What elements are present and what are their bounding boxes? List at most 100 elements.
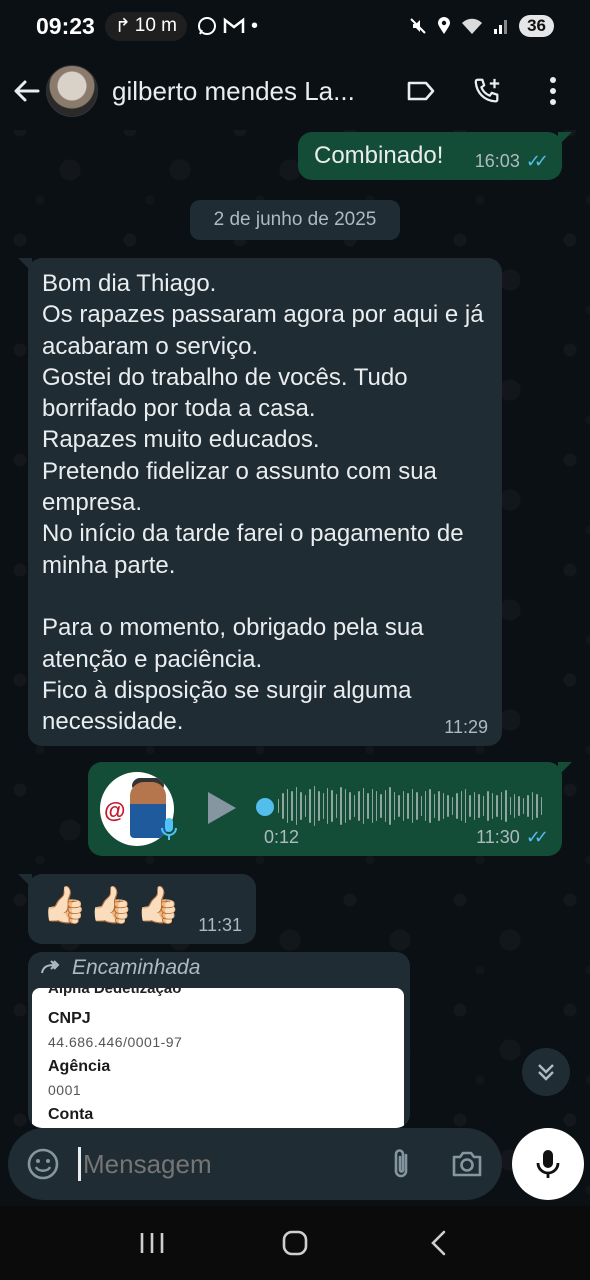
- playback-position-handle[interactable]: [256, 798, 274, 816]
- doc-cnpj-label: CNPJ: [48, 1010, 91, 1027]
- waveform-bar: [371, 789, 373, 823]
- mute-icon: [410, 18, 426, 34]
- add-call-icon: [474, 78, 500, 103]
- system-navigation-bar: [0, 1206, 590, 1280]
- doc-conta-label: Conta: [48, 1106, 94, 1123]
- message-incoming[interactable]: Bom dia Thiago. Os rapazes passaram agor…: [18, 258, 502, 746]
- waveform-bar: [442, 793, 445, 819]
- waveform-bar: [326, 788, 329, 824]
- status-pill-text: 10 m: [134, 15, 177, 36]
- read-ticks-icon: ✓✓: [525, 151, 549, 171]
- waveform-bar: [416, 792, 418, 820]
- location-icon: [438, 17, 451, 34]
- waveform-bar: [353, 795, 356, 817]
- home-button[interactable]: [275, 1223, 315, 1263]
- double-chevron-down-icon: [538, 1064, 554, 1081]
- status-time: 09:23: [36, 12, 95, 39]
- waveform-bar: [500, 792, 503, 820]
- waveform-bar: [367, 793, 369, 819]
- waveform-bar: [482, 796, 485, 816]
- waveform-bar: [331, 790, 333, 822]
- waveform-bar: [402, 791, 405, 821]
- voice-record-button[interactable]: [512, 1128, 584, 1200]
- notification-icons: •: [197, 15, 258, 38]
- recent-apps-icon: [140, 1233, 163, 1253]
- waveform-bar: [389, 787, 391, 825]
- waveform-bar: [473, 792, 476, 820]
- message-incoming[interactable]: 👍🏻👍🏻👍🏻 11:31: [18, 874, 256, 944]
- contact-avatar[interactable]: [46, 65, 98, 117]
- waveform-bar: [411, 789, 414, 823]
- mic-badge-icon: [161, 818, 177, 840]
- camera-icon[interactable]: [450, 1147, 484, 1181]
- date-separator: 2 de junho de 2025: [190, 200, 400, 240]
- waveform-bar: [398, 795, 400, 817]
- label-icon: [407, 81, 435, 101]
- waveform-bar: [505, 790, 507, 822]
- forwarded-image[interactable]: Alpha Dedetização CNPJ 44.686.446/0001-9…: [32, 988, 404, 1128]
- menu-button[interactable]: [538, 76, 568, 106]
- message-meta: 11:31: [198, 915, 242, 936]
- battery-indicator: 36: [519, 15, 554, 37]
- waveform-bar: [518, 796, 520, 816]
- waveform-bar: [393, 792, 396, 820]
- message-outgoing[interactable]: Combinado! 16:03 ✓✓: [298, 132, 572, 180]
- attach-icon[interactable]: [386, 1147, 416, 1181]
- waveform-bar: [380, 794, 382, 818]
- waveform-bar: [433, 794, 436, 818]
- doc-cnpj-value: 44.686.446/0001-97: [48, 1034, 183, 1050]
- header-actions: [406, 76, 578, 106]
- waveform-bar: [420, 796, 422, 816]
- waveform-bar: [335, 794, 338, 818]
- message-input[interactable]: [83, 1148, 373, 1180]
- waveform-bar: [536, 794, 538, 818]
- waveform-bar: [291, 791, 293, 821]
- waveform-bar: [318, 791, 320, 821]
- status-right: 36: [409, 15, 554, 37]
- label-button[interactable]: [406, 76, 436, 106]
- forwarded-message[interactable]: Encaminhada Alpha Dedetização CNPJ 44.68…: [28, 952, 410, 1128]
- forward-arrow-icon: ↱: [114, 15, 131, 37]
- scroll-to-bottom-button[interactable]: [522, 1048, 570, 1096]
- back-chevron-icon: [431, 1230, 446, 1256]
- emoji-message: 👍🏻👍🏻👍🏻: [42, 884, 183, 925]
- signal-icon: [494, 20, 508, 34]
- waveform-bar: [300, 792, 302, 820]
- play-icon[interactable]: [208, 792, 236, 824]
- back-arrow-icon[interactable]: [12, 76, 42, 106]
- waveform-bar: [438, 791, 440, 821]
- waveform-bar: [465, 789, 467, 823]
- message-meta: 11:29: [444, 717, 488, 738]
- waveform-bar: [362, 788, 365, 824]
- message-text: Bom dia Thiago. Os rapazes passaram agor…: [42, 270, 484, 736]
- alpha-logo-icon: @: [104, 798, 126, 823]
- waveform-bar: [358, 791, 360, 821]
- wifi-icon: [462, 18, 483, 34]
- waveform-bar: [447, 795, 449, 817]
- back-button[interactable]: [418, 1223, 458, 1263]
- waveform-bar: [278, 799, 280, 813]
- waveform-bar: [340, 787, 342, 825]
- waveform-bar: [282, 793, 284, 819]
- waveform-bar: [456, 793, 458, 819]
- waveform-bar: [514, 794, 516, 818]
- forwarded-icon: [41, 960, 60, 974]
- waveform-bar: [522, 798, 525, 814]
- message-meta: 16:03 ✓✓: [475, 151, 549, 172]
- recent-apps-button[interactable]: [132, 1223, 172, 1263]
- text-caret: [78, 1147, 81, 1181]
- voice-message-outgoing[interactable]: @ 0:12 11:30 ✓✓: [88, 762, 572, 856]
- add-call-button[interactable]: [472, 76, 502, 106]
- contact-name[interactable]: gilberto mendes La...: [112, 76, 374, 107]
- waveform-bar: [451, 797, 454, 815]
- message-composer: [8, 1128, 502, 1200]
- waveform-bar: [478, 794, 480, 818]
- waveform-bar: [375, 791, 378, 821]
- waveform-bar: [491, 793, 494, 819]
- status-pill: ↱ 10 m: [104, 11, 187, 41]
- voice-waveform[interactable]: [278, 786, 543, 826]
- emoji-icon[interactable]: [26, 1147, 60, 1181]
- waveform-bar: [531, 792, 534, 820]
- waveform-bar: [509, 797, 512, 815]
- more-vertical-icon: [550, 77, 556, 105]
